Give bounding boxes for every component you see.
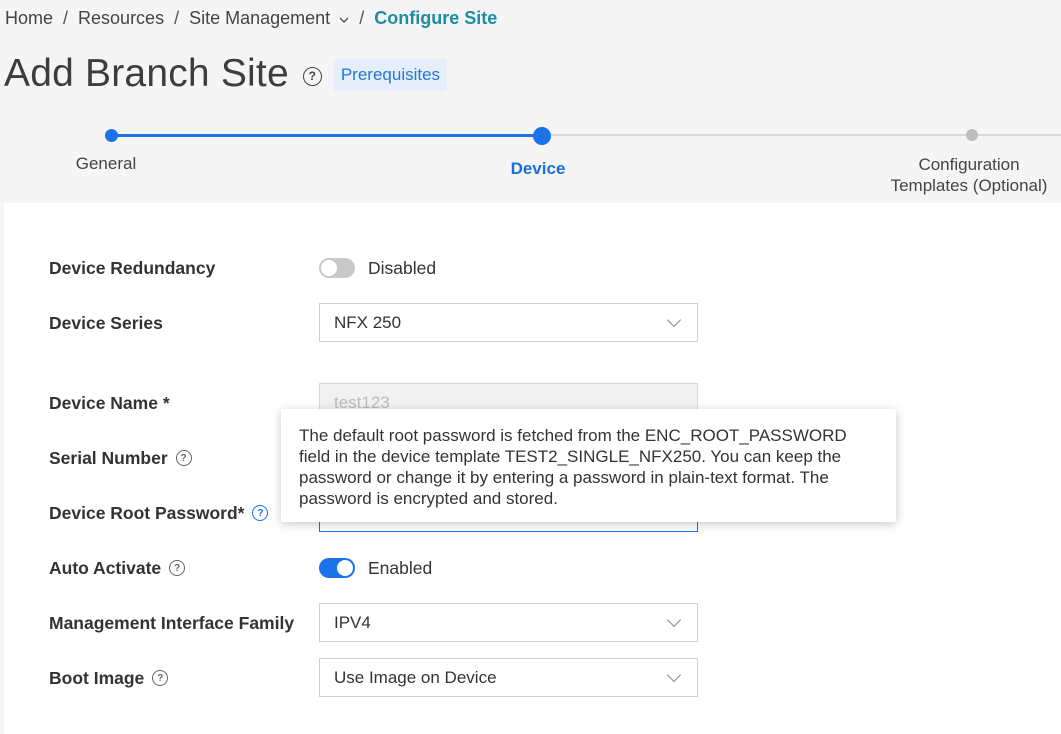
boot-image-label: Boot Image ? [49, 668, 319, 689]
device-root-password-label: Device Root Password* ? [49, 503, 319, 524]
step-general-label[interactable]: General [56, 154, 156, 174]
step-configuration-templates-line2: Templates (Optional) [890, 176, 1048, 195]
step-configuration-templates-dot[interactable] [966, 129, 978, 141]
device-series-value: NFX 250 [334, 312, 402, 332]
breadcrumb-resources[interactable]: Resources [78, 8, 164, 29]
auto-activate-status: Enabled [368, 557, 433, 578]
device-series-control: NFX 250 [319, 303, 698, 342]
device-series-label: Device Series [49, 312, 163, 333]
chevron-down-icon [666, 612, 682, 628]
stepper-remaining-line [542, 134, 1061, 136]
help-icon[interactable]: ? [152, 670, 169, 686]
management-interface-family-row: Management Interface Family IPV4 [49, 603, 729, 643]
help-icon[interactable]: ? [169, 560, 186, 576]
page-title: Add Branch Site [4, 52, 289, 95]
step-configuration-templates-line1: Configuration [918, 155, 1020, 174]
device-series-select[interactable]: NFX 250 [319, 303, 698, 342]
boot-image-select[interactable]: Use Image on Device [319, 658, 698, 697]
help-icon[interactable]: ? [252, 505, 269, 521]
management-interface-family-label: Management Interface Family [49, 612, 295, 633]
step-device-dot[interactable] [533, 127, 551, 145]
boot-image-row: Boot Image ? Use Image on Device [49, 658, 729, 698]
device-series-row: Device Series NFX 250 [49, 303, 729, 343]
step-general-dot[interactable] [105, 129, 118, 142]
breadcrumb-site-management-label: Site Management [189, 8, 331, 28]
breadcrumb-home[interactable]: Home [5, 8, 53, 29]
breadcrumb-current: Configure Site [374, 8, 498, 28]
stepper-progress-line [112, 134, 542, 137]
chevron-down-icon[interactable] [339, 13, 349, 27]
device-redundancy-label: Device Redundancy [49, 257, 216, 278]
breadcrumb-separator: / [174, 8, 180, 28]
wizard-stepper: General Device Configuration Templates (… [0, 120, 1061, 202]
step-device-label[interactable]: Device [488, 159, 588, 179]
chevron-down-icon [666, 667, 682, 683]
breadcrumb-separator: / [359, 8, 365, 28]
device-redundancy-toggle[interactable] [319, 258, 355, 278]
prerequisites-button[interactable]: Prerequisites [333, 59, 448, 91]
management-interface-family-select[interactable]: IPV4 [319, 603, 698, 642]
help-icon[interactable]: ? [302, 66, 322, 86]
root-password-tooltip: The default root password is fetched fro… [281, 409, 896, 522]
serial-number-label: Serial Number ? [49, 448, 319, 469]
breadcrumb-separator: / [63, 8, 69, 28]
auto-activate-label: Auto Activate ? [49, 558, 319, 579]
auto-activate-row: Auto Activate ? Enabled [49, 548, 729, 588]
auto-activate-control: Enabled [319, 548, 432, 588]
step-configuration-templates-label[interactable]: Configuration Templates (Optional) [878, 154, 1060, 196]
device-redundancy-row: Device Redundancy Disabled [49, 248, 729, 288]
device-name-label: Device Name * [49, 392, 170, 413]
chevron-down-icon [666, 312, 682, 328]
boot-image-value: Use Image on Device [334, 667, 497, 687]
breadcrumb: Home / Resources / Site Management / Con… [5, 8, 497, 29]
auto-activate-toggle[interactable] [319, 558, 355, 578]
breadcrumb-site-management[interactable]: Site Management [189, 8, 349, 29]
title-row: Add Branch Site ? Prerequisites [4, 52, 448, 96]
device-redundancy-status: Disabled [368, 257, 437, 278]
boot-image-control: Use Image on Device [319, 658, 698, 697]
management-interface-family-value: IPV4 [334, 612, 371, 632]
management-interface-family-control: IPV4 [319, 603, 698, 642]
device-redundancy-control: Disabled [319, 248, 436, 288]
help-icon[interactable]: ? [175, 450, 192, 466]
